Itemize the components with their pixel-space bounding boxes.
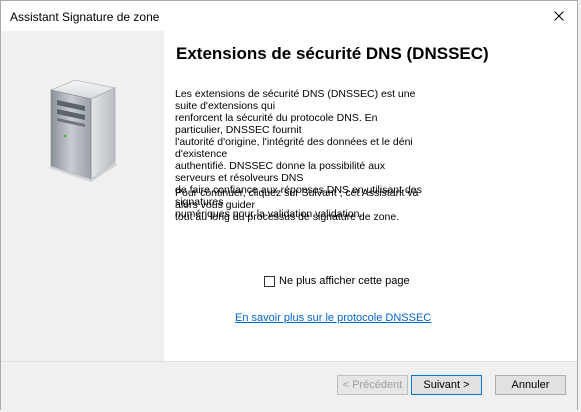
close-icon xyxy=(554,11,564,21)
title-bar[interactable]: Assistant Signature de zone xyxy=(1,1,577,31)
dnssec-help-link[interactable]: En savoir plus sur le protocole DNSSEC xyxy=(235,312,431,324)
description-line: l'autorité d'origine, l'intégrité des do… xyxy=(175,136,413,160)
content-area: Extensions de sécurité DNS (DNSSEC) Les … xyxy=(164,31,577,361)
page-heading: Extensions de sécurité DNS (DNSSEC) xyxy=(176,44,489,63)
instruction-paragraph: Pour continuer, cliquez sur Suivant ; ce… xyxy=(175,187,435,223)
dont-show-again-checkbox[interactable] xyxy=(264,275,275,287)
server-tower-icon xyxy=(49,79,117,182)
window-title: Assistant Signature de zone xyxy=(10,10,160,24)
description-line: Les extensions de sécurité DNS (DNSSEC) … xyxy=(175,88,416,112)
side-panel xyxy=(1,31,164,361)
next-button[interactable]: Suivant > xyxy=(411,375,482,395)
instruction-line: Pour continuer, cliquez sur Suivant ; ce… xyxy=(175,187,419,211)
dont-show-again-option[interactable]: Ne plus afficher cette page xyxy=(264,275,410,287)
cancel-button[interactable]: Annuler xyxy=(495,375,566,395)
previous-button[interactable]: < Précédent xyxy=(337,375,408,395)
description-line: authentifié. DNSSEC donne la possibilité… xyxy=(175,160,386,184)
instruction-line: tout au long du processus de signature d… xyxy=(175,211,400,223)
description-line: renforcent la sécurité du protocole DNS.… xyxy=(175,112,378,136)
button-bar: < Précédent Suivant > Annuler xyxy=(1,361,577,411)
wizard-window: Assistant Signature de zone Extensions d… xyxy=(0,0,578,411)
close-button[interactable] xyxy=(545,3,573,29)
dont-show-again-label: Ne plus afficher cette page xyxy=(279,275,410,287)
